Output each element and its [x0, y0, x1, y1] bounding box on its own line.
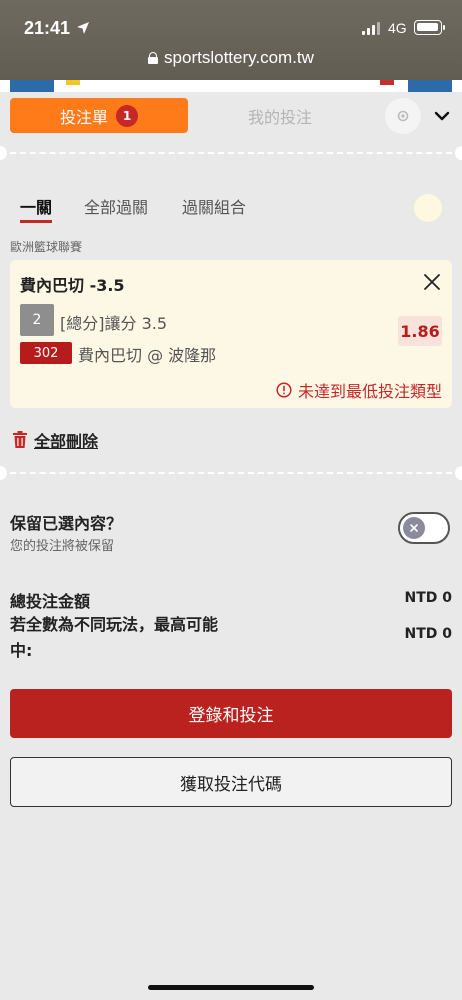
url-text: sportslottery.com.tw — [164, 48, 314, 67]
url-bar[interactable]: sportslottery.com.tw — [0, 48, 462, 68]
bet-warning-text: 未達到最低投注類型 — [297, 382, 442, 401]
delete-all-label: 全部刪除 — [34, 432, 99, 451]
team-code-badge: 302 — [20, 342, 72, 364]
close-icon[interactable] — [422, 272, 442, 292]
tab-betslip[interactable]: 投注單 1 — [10, 98, 188, 133]
tab-all-parlay[interactable]: 全部過關 — [84, 194, 148, 218]
status-time: 21:41 — [24, 18, 71, 38]
bet-market: [總分]讓分 3.5 — [60, 314, 168, 333]
max-payout-label: 若全數為不同玩法，最高可能中: — [10, 615, 219, 660]
ticket-notch — [0, 146, 7, 160]
bet-title: 費內巴切 -3.5 — [20, 276, 125, 295]
betslip-header: 投注單 1 我的投注 — [0, 92, 462, 144]
bet-number-badge: 2 — [20, 304, 54, 336]
retain-selection-title: 保留已選內容？ — [10, 514, 123, 533]
betslip-count-badge: 1 — [116, 104, 138, 127]
total-stake-value: NTD 0 — [404, 590, 452, 606]
betslip-sheet: 投注單 1 我的投注 一關 全部過關 過關組合 歐洲籃球聯賽 費內巴切 -3.5… — [0, 92, 462, 1000]
tab-parlay-combo[interactable]: 過關組合 — [182, 194, 246, 218]
gear-icon — [397, 110, 409, 122]
bet-mode-tabs: 一關 全部過關 過關組合 — [0, 188, 462, 228]
dashed-divider — [0, 152, 462, 154]
bet-card: 費內巴切 -3.5 2 [總分]讓分 3.5 302 費內巴切 @ 波隆那 1.… — [10, 260, 452, 408]
signal-icon — [362, 22, 382, 35]
bet-matchup: 費內巴切 @ 波隆那 — [78, 346, 217, 365]
delete-all-button[interactable]: 全部刪除 — [12, 428, 98, 452]
toggle-knob — [403, 517, 425, 539]
ticket-notch — [455, 466, 462, 480]
retain-selection-subtitle: 您的投注將被保留 — [10, 539, 115, 554]
background-page-peek — [0, 80, 462, 92]
ticket-notch — [455, 146, 462, 160]
retain-selection-toggle[interactable] — [398, 512, 450, 544]
location-arrow-icon — [77, 22, 89, 34]
settings-button[interactable] — [385, 98, 421, 134]
tab-betslip-label: 投注單 — [59, 107, 108, 127]
get-bet-code-button[interactable]: 獲取投注代碼 — [10, 757, 452, 807]
lock-icon — [148, 52, 159, 64]
ticket-notch — [0, 466, 7, 480]
max-payout-value: NTD 0 — [404, 626, 452, 642]
browser-top-bar: 21:41 4G sportslottery.com.tw — [0, 0, 462, 80]
bet-odds: 1.86 — [398, 316, 442, 346]
tab-single[interactable]: 一關 — [20, 194, 53, 223]
alert-circle-icon — [276, 382, 292, 398]
login-and-bet-button[interactable]: 登錄和投注 — [10, 689, 452, 738]
chevron-down-icon[interactable] — [432, 106, 452, 126]
bet-warning: 未達到最低投注類型 — [276, 378, 442, 402]
x-icon — [410, 524, 418, 532]
mode-indicator-circle — [414, 194, 442, 222]
league-name: 歐洲籃球聯賽 — [10, 240, 83, 254]
total-stake-label: 總投注金額 — [10, 592, 91, 611]
trash-icon — [13, 431, 27, 448]
battery-icon — [414, 20, 445, 35]
network-label: 4G — [388, 20, 407, 36]
home-indicator — [148, 985, 314, 990]
tab-my-bets[interactable]: 我的投注 — [200, 98, 360, 133]
dashed-divider — [0, 472, 462, 474]
